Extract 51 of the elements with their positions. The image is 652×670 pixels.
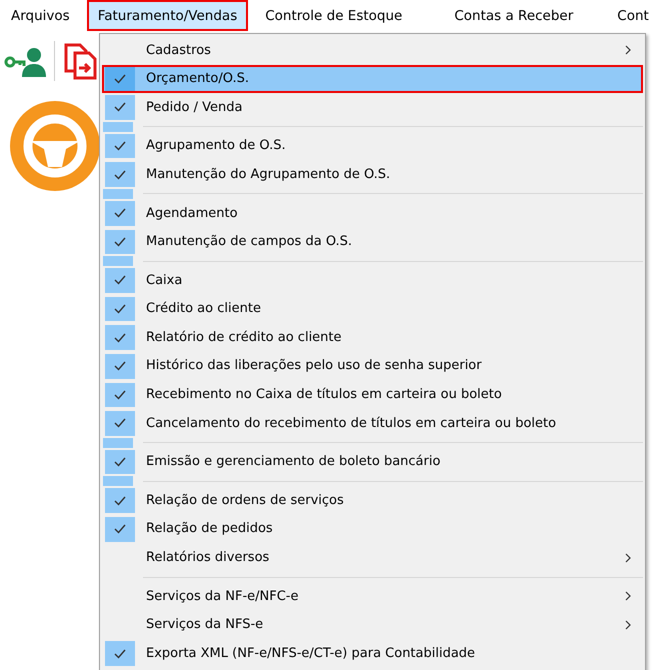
menu-item[interactable]: Caixa <box>102 266 643 295</box>
menu-item[interactable]: Manutenção do Agrupamento de O.S. <box>102 160 643 189</box>
checkmark-icon <box>114 457 126 468</box>
menu-bar-item[interactable]: Controle de Estoque <box>254 0 414 31</box>
menu-item[interactable]: Serviços da NF-e/NFC-e <box>102 582 643 611</box>
checkmark-icon <box>114 332 126 343</box>
checkmark-icon <box>114 524 126 534</box>
checkmark-icon <box>114 304 126 314</box>
chevron-right-icon <box>625 552 631 563</box>
menu-item[interactable]: Recebimento no Caixa de títulos em carteira ou boleto <box>102 380 643 410</box>
chevron-right-icon <box>625 45 631 56</box>
menu-item[interactable]: Relação de ordens de serviços <box>102 486 643 515</box>
checkmark-icon <box>114 236 126 247</box>
menu-bar-item[interactable]: Contas a Receber <box>443 0 584 31</box>
menu-item[interactable]: Emissão e gerenciamento de boleto bancário <box>102 448 643 476</box>
checkmark-icon <box>114 170 126 180</box>
checkmark-icon <box>114 390 126 400</box>
menu-item[interactable]: Relação de pedidos <box>102 514 643 544</box>
menu-item[interactable]: Agrupamento de O.S. <box>102 132 643 160</box>
menu-bar-item[interactable]: Arquivos <box>0 0 81 31</box>
menu-item[interactable]: Histórico das liberações pelo uso de senha superior <box>102 352 643 381</box>
menu-item[interactable]: Cadastros <box>102 36 643 65</box>
menu-bar-item[interactable]: Cont <box>606 0 652 31</box>
checkmark-icon <box>114 74 126 84</box>
document-export-icon[interactable] <box>63 42 97 80</box>
checkmark-icon <box>114 418 126 428</box>
menu-item[interactable]: Crédito ao cliente <box>102 294 643 324</box>
checkmark-icon <box>114 208 126 218</box>
menu-item[interactable]: Manutenção de campos da O.S. <box>102 228 643 256</box>
menu-item[interactable]: Cancelamento do recebimento de títulos em carteira ou boleto <box>102 409 643 438</box>
check-column-strip <box>103 122 133 132</box>
checkmark-icon <box>114 275 126 286</box>
menu-item[interactable]: Exporta XML (NF-e/NFS-e/CT-e) para Contabilidade <box>102 639 643 668</box>
check-column-strip <box>103 476 133 486</box>
menu-item[interactable]: Relatório de crédito ao cliente <box>102 323 643 352</box>
checkmark-icon <box>114 361 126 372</box>
chevron-right-icon <box>625 620 631 630</box>
check-column-strip <box>103 438 133 448</box>
menu-item[interactable]: Agendamento <box>102 198 643 228</box>
chevron-right-icon <box>625 591 631 602</box>
checkmark-icon <box>114 102 126 112</box>
check-column-strip <box>103 256 133 266</box>
checkmark-icon <box>114 141 126 152</box>
menu-item[interactable]: Serviços da NFS-e <box>102 610 643 640</box>
menu-item[interactable]: Orçamento/O.S. <box>102 64 643 94</box>
menu-item[interactable]: Pedido / Venda <box>102 93 643 122</box>
check-column-strip <box>103 188 133 199</box>
menu-item[interactable]: Relatórios diversos <box>102 544 643 572</box>
checkmark-icon <box>114 496 126 506</box>
checkmark-icon <box>114 648 126 659</box>
menu-bar-item[interactable]: Faturamento/Vendas <box>86 0 248 31</box>
